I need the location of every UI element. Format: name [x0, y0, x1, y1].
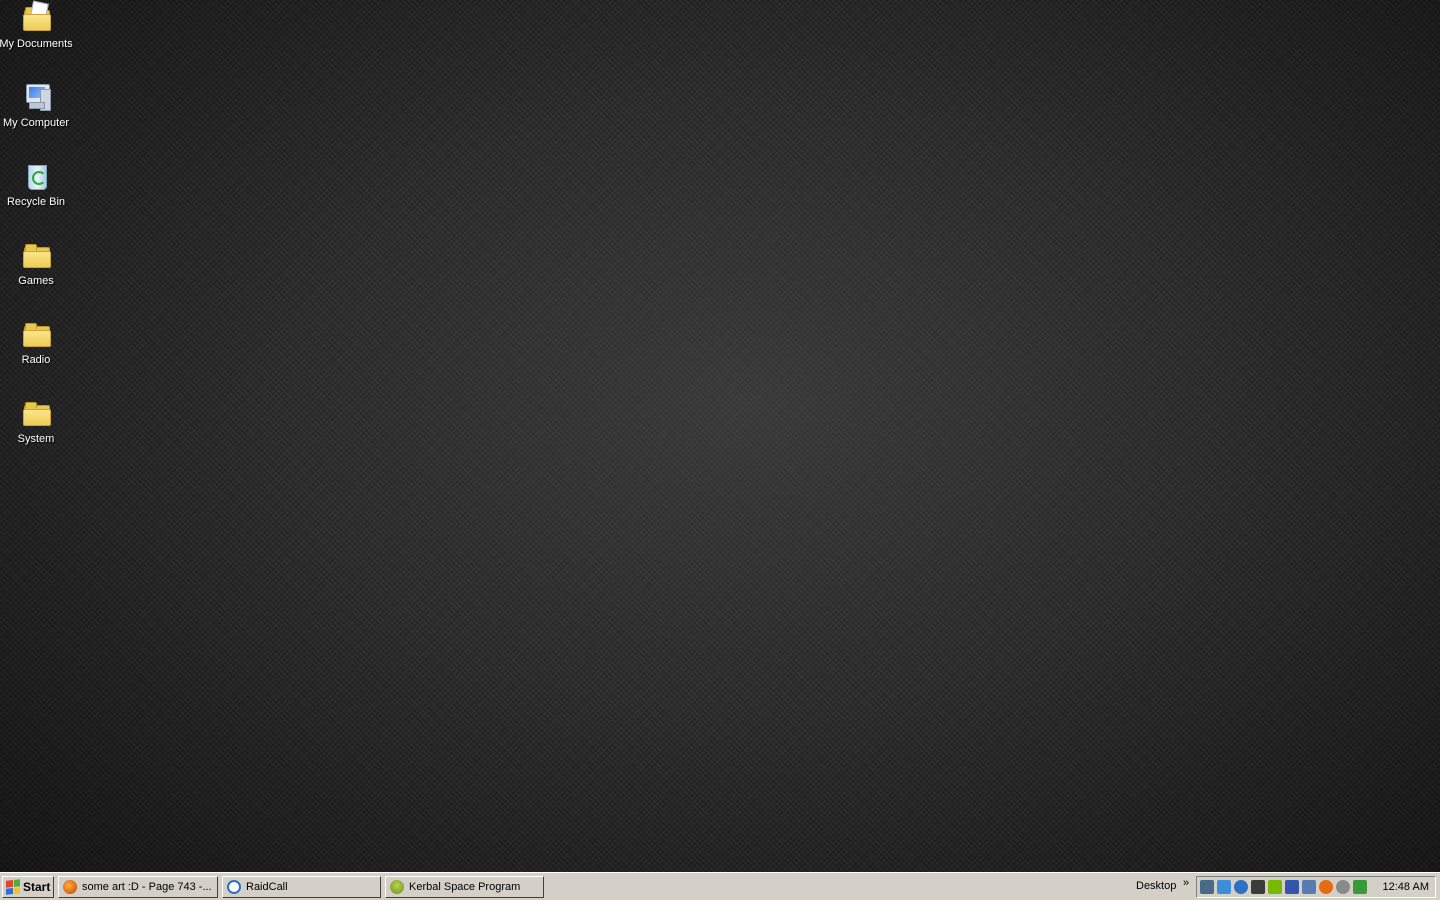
language-icon[interactable] [1285, 880, 1299, 894]
my-computer-icon [20, 81, 52, 113]
shield-icon[interactable] [1336, 880, 1350, 894]
folder-icon [20, 318, 52, 350]
desktop-icon-label: Recycle Bin [6, 196, 66, 208]
firefox-icon [63, 879, 77, 894]
desktop-icon-label: System [17, 433, 55, 445]
taskbar-button-label: some art :D - Page 743 -... [82, 880, 212, 893]
desktop-icon-my-documents[interactable]: My Documents [0, 0, 73, 72]
windows-logo-icon [6, 878, 20, 895]
taskbar-button-kerbal[interactable]: Kerbal Space Program [385, 875, 544, 898]
start-label: Start [23, 879, 51, 894]
toolbar-chevron-icon[interactable]: » [1183, 877, 1189, 889]
desktop[interactable]: My Documents My Computer Recycle Bin Gam… [0, 0, 1440, 872]
folder-icon [20, 239, 52, 271]
desktop-icon-label: My Computer [2, 117, 70, 129]
desktop-icon-games[interactable]: Games [0, 237, 72, 309]
volume-icon[interactable] [1353, 880, 1367, 894]
taskbar-button-label: RaidCall [246, 880, 288, 893]
system-tray: 12:48 AM [1196, 876, 1436, 898]
desktop-icon-my-computer[interactable]: My Computer [0, 79, 72, 151]
desktop-icon-label: My Documents [0, 38, 73, 50]
desktop-icon-system[interactable]: System [0, 395, 72, 467]
desktop-icon-recycle-bin[interactable]: Recycle Bin [0, 158, 72, 230]
desktop-icon-label: Games [18, 275, 54, 287]
raidcall-icon [227, 879, 241, 894]
taskbar: Start some art :D - Page 743 -... RaidCa… [0, 872, 1440, 900]
desktop-icon-label: Radio [21, 354, 51, 366]
avast-icon[interactable] [1319, 880, 1333, 894]
clock[interactable]: 12:48 AM [1383, 881, 1429, 893]
start-button[interactable]: Start [2, 875, 54, 898]
network-icon[interactable] [1200, 880, 1214, 894]
raidcall-tray-icon[interactable] [1234, 880, 1248, 894]
steam-icon[interactable] [1251, 880, 1265, 894]
my-documents-icon [20, 0, 52, 34]
nvidia-icon[interactable] [1268, 880, 1282, 894]
desktop-toolbar-label[interactable]: Desktop [1136, 880, 1176, 892]
taskbar-button-label: Kerbal Space Program [409, 880, 521, 893]
desktop-icon-radio[interactable]: Radio [0, 316, 72, 388]
safely-remove-icon[interactable] [1302, 880, 1316, 894]
folder-icon [20, 397, 52, 429]
dropbox-icon[interactable] [1217, 880, 1231, 894]
taskbar-button-firefox[interactable]: some art :D - Page 743 -... [58, 875, 218, 898]
taskbar-button-raidcall[interactable]: RaidCall [222, 875, 381, 898]
recycle-bin-icon [20, 160, 52, 192]
kerbal-icon [390, 879, 404, 894]
